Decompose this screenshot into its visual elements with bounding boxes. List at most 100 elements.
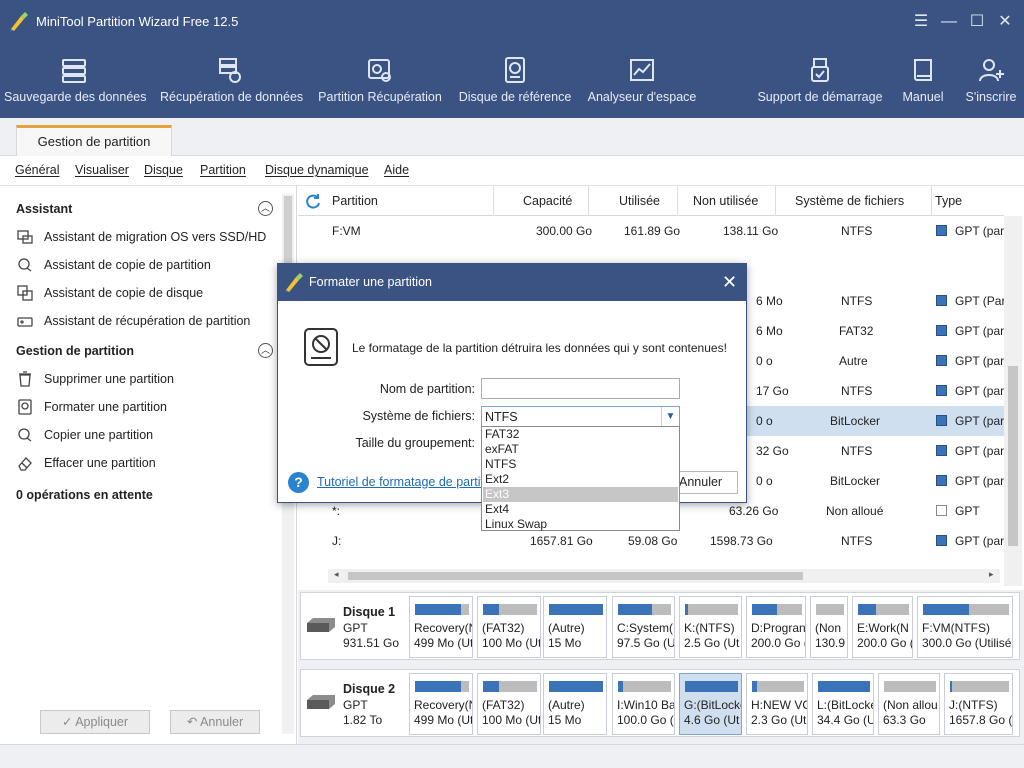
- partition-block[interactable]: I:Win10 Ba 100.0 Go (: [612, 673, 675, 735]
- minimize-button[interactable]: —: [937, 10, 961, 34]
- toolbar-disk-benchmark-button[interactable]: Disque de référence: [458, 44, 572, 118]
- table-vscroll-thumb[interactable]: [1008, 366, 1018, 546]
- partition-block[interactable]: (Autre) 15 Mo: [543, 673, 607, 735]
- disk-info[interactable]: Disque 2 GPT 1.82 To: [301, 670, 409, 736]
- col-fs-header[interactable]: Système de fichiers: [795, 194, 904, 208]
- partition-block[interactable]: C:System(N97.5 Go (Ut: [612, 596, 675, 658]
- sidebar-item-migrate-os[interactable]: Assistant de migration OS vers SSD/HD: [16, 226, 281, 250]
- usage-bar: [685, 681, 738, 692]
- sidebar-item-copy-disk-wizard[interactable]: Assistant de copie de disque: [16, 282, 281, 306]
- menu-help[interactable]: Aide: [384, 163, 409, 177]
- menu-dynamic-disk[interactable]: Disque dynamique: [265, 163, 369, 177]
- sidebar-item-copy-partition-wizard[interactable]: Assistant de copie de partition: [16, 254, 281, 278]
- col-used-header[interactable]: Utilisée: [619, 194, 660, 208]
- sidebar: Assistant ︿ Assistant de migration OS ve…: [0, 186, 297, 744]
- format-tutorial-link[interactable]: Tutoriel de formatage de partit: [317, 475, 484, 489]
- table-hscroll-thumb[interactable]: [348, 572, 803, 580]
- col-type-header[interactable]: Type: [935, 194, 962, 208]
- hamburger-menu-icon[interactable]: ☰: [909, 10, 933, 34]
- menu-view[interactable]: Visualiser: [75, 163, 129, 177]
- help-icon[interactable]: ?: [288, 472, 309, 493]
- partition-block[interactable]: F:VM(NTFS) 300.0 Go (Utilisé: [917, 596, 1013, 658]
- sidebar-item-partition-recovery-wizard[interactable]: Assistant de récupération de partition: [16, 310, 281, 334]
- partition-block[interactable]: D:Progran 200.0 Go (: [746, 596, 806, 658]
- backup-icon: [62, 59, 86, 83]
- apply-button[interactable]: ✓ Appliquer: [40, 710, 150, 734]
- fs-option-fat32[interactable]: FAT32: [483, 427, 678, 442]
- toolbar-manual-button[interactable]: Manuel: [896, 44, 950, 118]
- partition-size: 15 Mo: [548, 713, 582, 727]
- toolbar-space-analyzer-button[interactable]: Analyseur d'espace: [586, 44, 698, 118]
- hard-disk-icon: [307, 618, 335, 632]
- partition-name-input[interactable]: [481, 378, 680, 399]
- col-partition-header[interactable]: Partition: [332, 194, 378, 208]
- fs-option-ext4[interactable]: Ext4: [483, 502, 678, 517]
- minitool-logo-icon: [285, 273, 303, 292]
- fs-option-ntfs[interactable]: NTFS: [483, 457, 678, 472]
- menu-partition[interactable]: Partition: [200, 163, 246, 177]
- bootable-media-icon: [811, 58, 829, 82]
- partition-size: 2.5 Go (Ut: [684, 636, 740, 650]
- col-unused-header[interactable]: Non utilisée: [693, 194, 758, 208]
- fs-option-ext2[interactable]: Ext2: [483, 472, 678, 487]
- collapse-manage-icon[interactable]: ︿: [258, 343, 273, 358]
- scroll-left-icon[interactable]: ◂: [334, 569, 339, 580]
- fs-option-exfat[interactable]: exFAT: [483, 442, 678, 457]
- chevron-down-icon[interactable]: ▼: [661, 407, 679, 426]
- sidebar-item-wipe-partition[interactable]: Effacer une partition: [16, 452, 281, 476]
- disk-row[interactable]: Disque 1 GPT 931.51 Go Recovery(N 499 Mo …: [300, 592, 1020, 660]
- partition-block[interactable]: (Non 130.9: [810, 596, 848, 658]
- file-system-select[interactable]: NTFS ▼: [481, 406, 680, 427]
- toolbar-bootable-media-button[interactable]: Support de démarrage: [756, 44, 884, 118]
- partition-block[interactable]: Recovery(N 499 Mo (Ut: [409, 596, 473, 658]
- toolbar-register-button[interactable]: S'inscrire: [962, 44, 1020, 118]
- partition-block[interactable]: (FAT32) 100 Mo (Ut: [477, 596, 541, 658]
- sidebar-item-delete-partition[interactable]: Supprimer une partition: [16, 368, 281, 392]
- sidebar-item-copy-partition[interactable]: Copier une partition: [16, 424, 281, 448]
- usage-bar: [950, 681, 1009, 692]
- col-separator: [775, 186, 776, 216]
- partition-label: I:Win10 Ba: [617, 698, 675, 712]
- toolbar-backup-button[interactable]: Sauvegarde des données: [4, 44, 146, 118]
- partition-block[interactable]: J:(NTFS) 1657.8 Go (: [944, 673, 1013, 735]
- toolbar-partition-recovery-button[interactable]: Partition Récupération: [316, 44, 444, 118]
- tab-partition-management[interactable]: Gestion de partition: [16, 125, 172, 156]
- partition-block[interactable]: G:(BitLocke 4.6 Go (Ut: [679, 673, 742, 735]
- table-horizontal-scrollbar[interactable]: [328, 569, 1000, 583]
- partition-recovery-icon: [368, 59, 391, 82]
- partition-block[interactable]: (Autre) 15 Mo: [543, 596, 607, 658]
- undo-button[interactable]: ↶ Annuler: [170, 710, 260, 734]
- maximize-button[interactable]: ☐: [965, 10, 989, 34]
- table-vertical-scrollbar[interactable]: [1004, 216, 1022, 586]
- col-capacity-header[interactable]: Capacité: [523, 194, 572, 208]
- fs-option-ext3-highlighted[interactable]: Ext3: [483, 487, 678, 502]
- partition-block[interactable]: (Non allou 63.3 Go: [878, 673, 940, 735]
- dialog-close-button[interactable]: ✕: [722, 271, 737, 293]
- fs-option-linux-swap[interactable]: Linux Swap: [483, 517, 678, 532]
- file-system-value: NTFS: [485, 410, 518, 424]
- partition-block[interactable]: Recovery(N 499 Mo (Ut: [409, 673, 473, 735]
- collapse-assistant-icon[interactable]: ︿: [258, 201, 273, 216]
- partition-block[interactable]: H:NEW VO 2.3 Go (Ut: [746, 673, 808, 735]
- disk-row[interactable]: Disque 2 GPT 1.82 To Recovery(N 499 Mo (U…: [300, 669, 1020, 737]
- usage-bar: [618, 681, 671, 692]
- col-separator: [493, 186, 494, 216]
- table-row[interactable]: F:VM 300.00 Go 161.89 Go 138.11 Go NTFS …: [298, 216, 1004, 246]
- sidebar-item-format-partition[interactable]: Formater une partition: [16, 396, 281, 420]
- disk-info[interactable]: Disque 1 GPT 931.51 Go: [301, 593, 409, 659]
- close-window-button[interactable]: ✕: [993, 10, 1017, 34]
- scroll-right-icon[interactable]: ▸: [989, 569, 994, 580]
- menu-disk[interactable]: Disque: [144, 163, 183, 177]
- usage-bar: [415, 681, 469, 692]
- menu-general[interactable]: Général: [15, 163, 59, 177]
- toolbar-data-recovery-button[interactable]: Récupération de données: [160, 44, 303, 118]
- partition-block[interactable]: E:Work(N 200.0 Go (: [852, 596, 913, 658]
- partition-block[interactable]: (FAT32) 100 Mo (Ut: [477, 673, 541, 735]
- usage-bar: [618, 604, 671, 615]
- partition-size: 200.0 Go (: [751, 636, 806, 650]
- hard-disk-icon: [307, 695, 335, 709]
- data-recovery-icon: [219, 58, 241, 83]
- partition-block[interactable]: L:(BitLocke 34.4 Go (Ut: [812, 673, 874, 735]
- refresh-icon[interactable]: [304, 192, 322, 210]
- partition-block[interactable]: K:(NTFS) 2.5 Go (Ut: [679, 596, 742, 658]
